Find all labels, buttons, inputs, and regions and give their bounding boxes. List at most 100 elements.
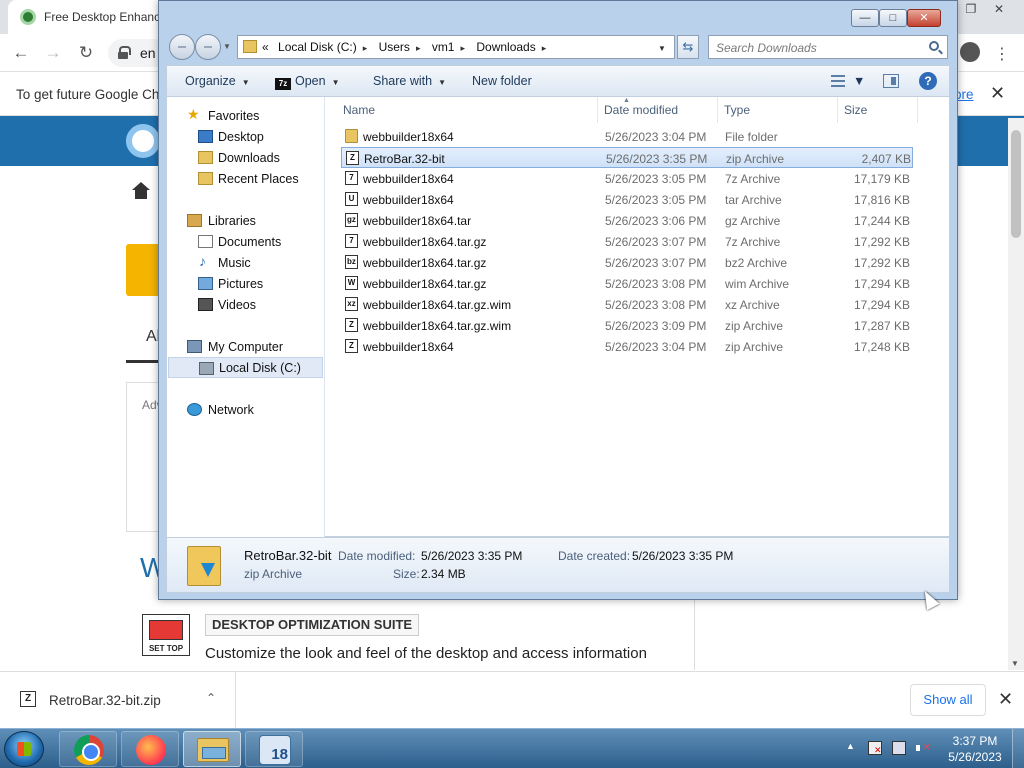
nav-documents[interactable]: Documents bbox=[167, 231, 324, 252]
details-file-name: RetroBar.32-bit bbox=[244, 548, 332, 563]
taskbar-firefox[interactable] bbox=[121, 731, 179, 767]
file-date-modified: 5/26/2023 3:07 PM bbox=[605, 235, 707, 249]
home-icon[interactable] bbox=[132, 182, 150, 200]
chrome-icon bbox=[74, 735, 104, 765]
site-logo-icon[interactable] bbox=[126, 124, 160, 158]
breadcrumb-separator-icon[interactable]: ▸ bbox=[542, 43, 547, 53]
restore-window-icon[interactable]: ❐ bbox=[958, 0, 984, 18]
breadcrumb-separator-icon[interactable]: ▸ bbox=[363, 43, 368, 53]
scrollbar-thumb[interactable] bbox=[1011, 130, 1021, 238]
action-center-flag-icon[interactable] bbox=[868, 741, 882, 756]
menu-kebab-icon[interactable]: ⋮ bbox=[994, 44, 1010, 64]
download-item[interactable]: Z RetroBar.32-bit.zip ⌃ bbox=[0, 672, 236, 729]
file-row[interactable]: gz webbuilder18x64.tar 5/26/2023 3:06 PM gz… bbox=[341, 210, 913, 231]
nav-desktop[interactable]: Desktop bbox=[167, 126, 324, 147]
taskbar-chrome[interactable] bbox=[59, 731, 117, 767]
file-name: RetroBar.32-bit bbox=[364, 152, 445, 166]
nav-music[interactable]: ♪ Music bbox=[167, 252, 324, 273]
pictures-icon bbox=[198, 277, 213, 290]
file-size: 17,244 KB bbox=[853, 214, 910, 228]
start-button[interactable] bbox=[4, 731, 44, 767]
forward-arrow-icon[interactable]: → bbox=[42, 43, 64, 63]
suite-title-tag[interactable]: DESKTOP OPTIMIZATION SUITE bbox=[205, 614, 420, 636]
show-desktop-button[interactable] bbox=[1012, 729, 1024, 768]
close-button[interactable]: ✕ bbox=[907, 9, 941, 27]
file-row[interactable]: bz webbuilder18x64.tar.gz 5/26/2023 3:07 P… bbox=[341, 252, 913, 273]
nav-libraries[interactable]: Libraries bbox=[167, 210, 324, 231]
search-placeholder: Search Downloads bbox=[716, 41, 817, 55]
search-box[interactable]: Search Downloads bbox=[708, 35, 948, 59]
breadcrumb-separator-icon[interactable]: ▸ bbox=[460, 43, 465, 53]
file-date-modified: 5/26/2023 3:04 PM bbox=[605, 340, 707, 354]
preview-pane-icon[interactable] bbox=[883, 74, 899, 88]
breadcrumb-vm1[interactable]: vm1 bbox=[432, 40, 455, 54]
taskbar-webbuilder[interactable]: 18 bbox=[245, 731, 303, 767]
file-row[interactable]: Zwebbuilder18x64.tar.gz.wim 5/26/2023 3:0… bbox=[341, 315, 913, 336]
file-row[interactable]: Z RetroBar.32-bit 5/26/2023 3:35 PM zip Arc… bbox=[341, 147, 913, 168]
close-window-icon[interactable]: ✕ bbox=[986, 0, 1012, 18]
change-view-icon[interactable] bbox=[831, 75, 845, 87]
set-top-label: SET TOP bbox=[148, 644, 184, 653]
file-row[interactable]: xz webbuilder18x64.tar.gz.wim 5/26/2023 3:… bbox=[341, 294, 913, 315]
set-top-product-icon[interactable]: SET TOP bbox=[142, 614, 190, 656]
search-icon[interactable] bbox=[929, 41, 939, 51]
show-all-button[interactable]: Show all bbox=[910, 684, 986, 716]
videos-icon bbox=[198, 298, 213, 311]
file-row[interactable]: Zwebbuilder18x64 5/26/2023 3:04 PM zip Arc… bbox=[341, 336, 913, 357]
column-header-type[interactable]: Type bbox=[718, 97, 838, 123]
system-clock[interactable]: 3:37 PM 5/26/2023 bbox=[940, 733, 1010, 765]
help-icon[interactable]: ? bbox=[919, 72, 937, 90]
file-row[interactable]: Uwebbuilder18x64 5/26/2023 3:05 PM tar Arc… bbox=[341, 189, 913, 210]
file-type: bz2 Archive bbox=[725, 256, 788, 270]
recent-locations-dropdown-icon[interactable]: ▼ bbox=[223, 42, 231, 51]
new-folder-button[interactable]: New folder bbox=[472, 74, 532, 88]
scroll-down-icon[interactable]: ▼ bbox=[1011, 659, 1019, 668]
file-row[interactable]: Wwebbuilder18x64.tar.gz 5/26/2023 3:08 PM… bbox=[341, 273, 913, 294]
breadcrumb-overflow[interactable]: « bbox=[262, 40, 269, 54]
file-name: webbuilder18x64.tar.gz bbox=[363, 256, 487, 270]
page-scrollbar[interactable]: ▼ bbox=[1008, 118, 1024, 670]
open-button[interactable]: 7z Open ▼ bbox=[275, 74, 340, 90]
back-arrow-icon[interactable]: ← bbox=[10, 43, 32, 63]
nav-recent-places[interactable]: Recent Places bbox=[167, 168, 324, 189]
column-header-name[interactable]: Name bbox=[325, 97, 598, 123]
nav-my-computer[interactable]: My Computer bbox=[167, 336, 324, 357]
forward-button[interactable] bbox=[195, 34, 221, 60]
volume-muted-icon[interactable] bbox=[916, 741, 931, 755]
view-options-dropdown-icon[interactable]: ▼ bbox=[853, 74, 865, 88]
nav-favorites[interactable]: ★ Favorites bbox=[167, 105, 324, 126]
column-header-size[interactable]: Size bbox=[838, 97, 918, 123]
reload-icon[interactable]: ↻ bbox=[75, 43, 97, 63]
nav-local-disk[interactable]: Local Disk (C:) bbox=[168, 357, 323, 378]
nav-downloads[interactable]: Downloads bbox=[167, 147, 324, 168]
organize-button[interactable]: Organize ▼ bbox=[185, 74, 250, 88]
breadcrumb-downloads[interactable]: Downloads bbox=[476, 40, 535, 54]
nav-network[interactable]: Network bbox=[167, 399, 324, 420]
back-button[interactable] bbox=[169, 34, 195, 60]
maximize-button[interactable]: □ bbox=[879, 9, 907, 27]
download-shelf-close-icon[interactable]: ✕ bbox=[998, 689, 1013, 710]
taskbar-explorer[interactable] bbox=[183, 731, 241, 767]
breadcrumb-users[interactable]: Users bbox=[379, 40, 410, 54]
infobar-close-icon[interactable]: ✕ bbox=[990, 83, 1005, 104]
address-dropdown-icon[interactable]: ▼ bbox=[658, 44, 666, 53]
file-row[interactable]: 7 webbuilder18x64.tar.gz 5/26/2023 3:07 PM… bbox=[341, 231, 913, 252]
share-with-button[interactable]: Share with ▼ bbox=[373, 74, 446, 88]
breadcrumb-separator-icon[interactable]: ▸ bbox=[416, 43, 421, 53]
address-bar[interactable]: « Local Disk (C:) ▸ Users ▸ vm1 ▸ Downloads… bbox=[237, 35, 675, 59]
show-hidden-icons-icon[interactable]: ▲ bbox=[846, 741, 855, 751]
file-row[interactable]: 7 webbuilder18x64 5/26/2023 3:05 PM 7z Arch… bbox=[341, 168, 913, 189]
network-tray-icon[interactable] bbox=[892, 741, 906, 755]
breadcrumb-local-disk[interactable]: Local Disk (C:) bbox=[278, 40, 357, 54]
minimize-button[interactable]: — bbox=[851, 9, 879, 27]
nav-libraries-label: Libraries bbox=[208, 214, 256, 228]
profile-avatar-icon[interactable] bbox=[960, 42, 980, 62]
column-header-date[interactable]: Date modified bbox=[598, 97, 718, 123]
file-row[interactable]: webbuilder18x64 5/26/2023 3:04 PM File fol… bbox=[341, 126, 913, 147]
chevron-up-icon[interactable]: ⌃ bbox=[206, 691, 216, 705]
downloads-folder-icon bbox=[198, 151, 213, 164]
refresh-icon[interactable]: ⇆ bbox=[677, 35, 699, 59]
file-size: 2,407 KB bbox=[861, 152, 911, 166]
nav-videos[interactable]: Videos bbox=[167, 294, 324, 315]
nav-pictures[interactable]: Pictures bbox=[167, 273, 324, 294]
